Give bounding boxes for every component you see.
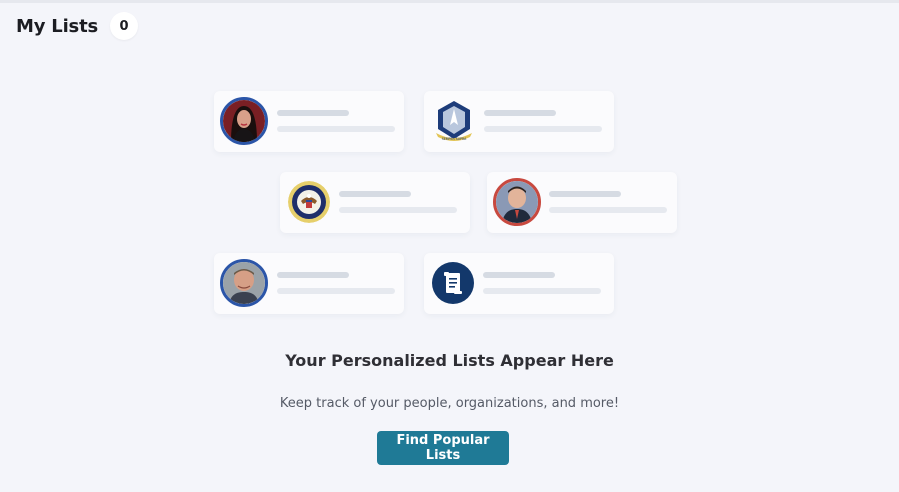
page-title: My Lists: [16, 15, 98, 37]
placeholder-title-bar: [339, 191, 411, 197]
placeholder-title-bar: [484, 110, 556, 116]
placeholder-card: [214, 253, 404, 314]
find-popular-lists-button[interactable]: Find Popular Lists: [377, 431, 509, 465]
placeholder-subtitle-bar: [483, 288, 601, 294]
lists-header: My Lists 0: [16, 12, 138, 40]
person-avatar-icon: [220, 97, 268, 145]
top-border: [0, 0, 899, 3]
placeholder-title-bar: [483, 272, 555, 278]
placeholder-card: [424, 253, 614, 314]
placeholder-card: [487, 172, 677, 233]
document-scroll-icon: [432, 262, 474, 304]
person-avatar-icon: [493, 178, 541, 226]
placeholder-subtitle-bar: [277, 126, 395, 132]
placeholder-card: SEMPER SUPRA: [424, 91, 614, 152]
space-force-seal-icon: SEMPER SUPRA: [430, 97, 478, 145]
placeholder-subtitle-bar: [277, 288, 395, 294]
placeholder-subtitle-bar: [339, 207, 457, 213]
placeholder-subtitle-bar: [484, 126, 602, 132]
svg-text:SEMPER SUPRA: SEMPER SUPRA: [442, 137, 467, 141]
list-count-badge: 0: [109, 12, 138, 40]
placeholder-title-bar: [277, 110, 349, 116]
person-avatar-icon: [220, 259, 268, 307]
placeholder-card: [280, 172, 470, 233]
placeholder-title-bar: [549, 191, 621, 197]
empty-state-subtitle: Keep track of your people, organizations…: [279, 396, 620, 411]
placeholder-title-bar: [277, 272, 349, 278]
presidential-seal-icon: [288, 181, 330, 223]
placeholder-card: [214, 91, 404, 152]
empty-state-title: Your Personalized Lists Appear Here: [285, 351, 614, 370]
placeholder-subtitle-bar: [549, 207, 667, 213]
